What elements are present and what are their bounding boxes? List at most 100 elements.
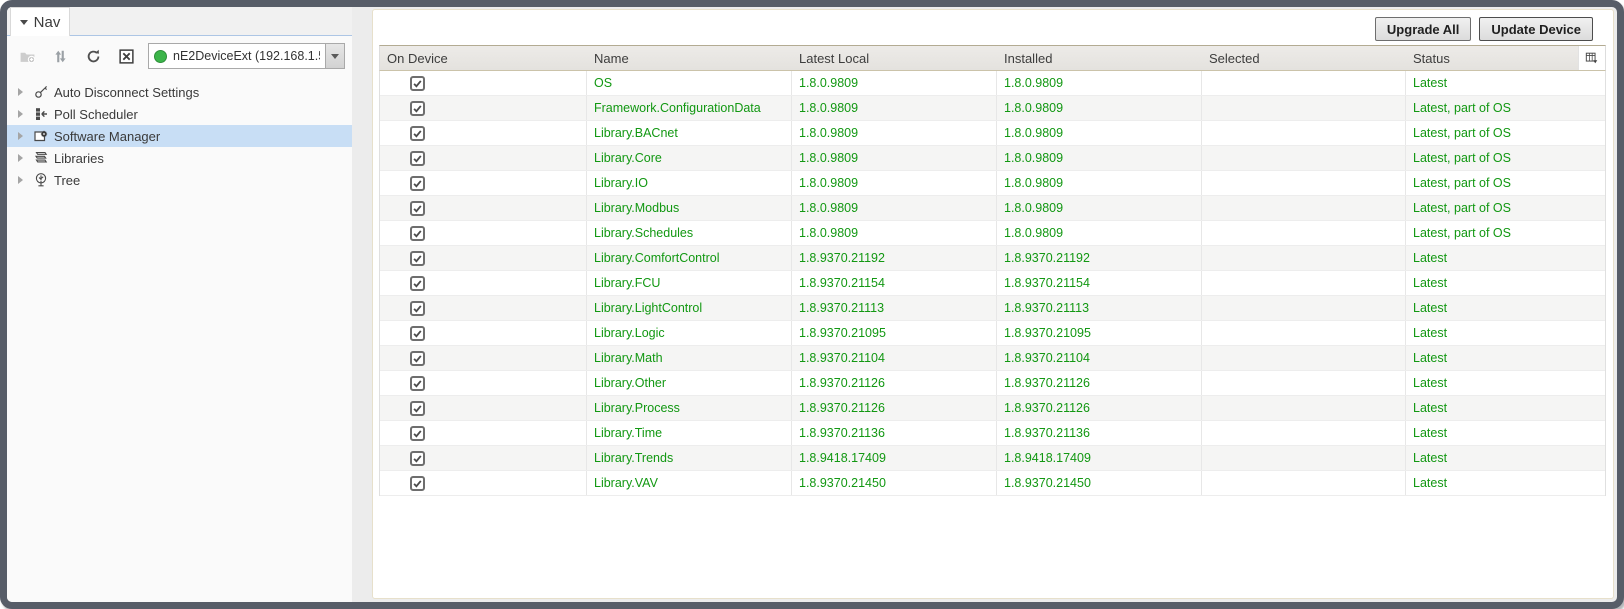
software-table: On Device Name Latest Local Installed Se… — [379, 45, 1606, 496]
tree-item-poll-scheduler[interactable]: Poll Scheduler — [7, 103, 352, 125]
column-header-installed[interactable]: Installed — [997, 51, 1202, 66]
on-device-cell — [380, 196, 587, 220]
column-header-status[interactable]: Status — [1406, 51, 1605, 66]
table-options-icon[interactable] — [1578, 46, 1605, 70]
close-box-icon[interactable] — [113, 45, 139, 67]
tab-nav[interactable]: Nav — [10, 7, 70, 36]
name-cell: Framework.ConfigurationData — [587, 96, 792, 120]
tree-item-tree[interactable]: Tree — [7, 169, 352, 191]
name-cell: Library.Core — [587, 146, 792, 170]
status-cell: Latest — [1413, 76, 1448, 90]
table-row[interactable]: Library.ComfortControl 1.8.9370.21192 1.8.… — [380, 246, 1605, 271]
device-selector[interactable]: nE2DeviceExt (192.168.1.52:88) — [148, 43, 326, 69]
status-cell: Latest — [1413, 426, 1448, 440]
status-cell: Latest, part of OS — [1413, 226, 1511, 240]
on-device-checkbox[interactable] — [410, 275, 425, 291]
on-device-checkbox[interactable] — [410, 425, 425, 441]
expander-icon[interactable] — [18, 110, 23, 118]
on-device-cell — [380, 446, 587, 470]
tree-item-libraries[interactable]: Libraries — [7, 147, 352, 169]
on-device-checkbox[interactable] — [410, 350, 425, 366]
table-row[interactable]: Library.Time 1.8.9370.21136 1.8.9370.21136… — [380, 421, 1605, 446]
on-device-checkbox[interactable] — [410, 150, 425, 166]
on-device-checkbox[interactable] — [410, 200, 425, 216]
on-device-checkbox[interactable] — [410, 175, 425, 191]
on-device-checkbox[interactable] — [410, 375, 425, 391]
name-cell: Library.ComfortControl — [587, 246, 792, 270]
status-cell: Latest — [1413, 276, 1448, 290]
table-row[interactable]: Library.FCU 1.8.9370.21154 1.8.9370.21154 L… — [380, 271, 1605, 296]
on-device-checkbox[interactable] — [410, 100, 425, 116]
on-device-checkbox[interactable] — [410, 225, 425, 241]
expander-icon[interactable] — [18, 176, 23, 184]
status-cell: Latest — [1413, 251, 1448, 265]
on-device-checkbox[interactable] — [410, 250, 425, 266]
table-row[interactable]: Library.Logic 1.8.9370.21095 1.8.9370.2109… — [380, 321, 1605, 346]
installed-cell: 1.8.9370.21126 — [997, 396, 1202, 420]
installed-cell: 1.8.0.9809 — [997, 71, 1202, 95]
installed-cell: 1.8.0.9809 — [997, 221, 1202, 245]
table-row[interactable]: Library.LightControl 1.8.9370.21113 1.8.93… — [380, 296, 1605, 321]
selected-cell — [1202, 296, 1406, 320]
table-row[interactable]: Library.Schedules 1.8.0.9809 1.8.0.9809 Lat… — [380, 221, 1605, 246]
table-row[interactable]: Library.IO 1.8.0.9809 1.8.0.9809 Latest, pa… — [380, 171, 1605, 196]
caret-down-icon — [19, 19, 28, 25]
column-header-name[interactable]: Name — [587, 51, 792, 66]
nav-toolbar: nE2DeviceExt (192.168.1.52:88) — [14, 42, 352, 70]
nav-tree: Auto Disconnect Settings Poll Scheduler So… — [7, 81, 352, 191]
table-row[interactable]: Library.Trends 1.8.9418.17409 1.8.9418.174… — [380, 446, 1605, 471]
table-row[interactable]: Library.Math 1.8.9370.21104 1.8.9370.21104… — [380, 346, 1605, 371]
latest-local-cell: 1.8.9370.21113 — [792, 296, 997, 320]
latest-local-cell: 1.8.9370.21136 — [792, 421, 997, 445]
expander-icon[interactable] — [18, 154, 23, 162]
column-header-latest-local[interactable]: Latest Local — [792, 51, 997, 66]
latest-local-cell: 1.8.9370.21104 — [792, 346, 997, 370]
on-device-checkbox[interactable] — [410, 475, 425, 491]
installed-cell: 1.8.9370.21126 — [997, 371, 1202, 395]
table-row[interactable]: Library.BACnet 1.8.0.9809 1.8.0.9809 Latest… — [380, 121, 1605, 146]
on-device-cell — [380, 471, 587, 495]
on-device-checkbox[interactable] — [410, 400, 425, 416]
update-device-button[interactable]: Update Device — [1479, 17, 1593, 41]
on-device-cell — [380, 71, 587, 95]
on-device-checkbox[interactable] — [410, 450, 425, 466]
installed-cell: 1.8.0.9809 — [997, 171, 1202, 195]
installed-cell: 1.8.0.9809 — [997, 96, 1202, 120]
table-row[interactable]: Library.Other 1.8.9370.21126 1.8.9370.2112… — [380, 371, 1605, 396]
tree-item-label: Software Manager — [54, 128, 161, 144]
table-row[interactable]: Framework.ConfigurationData 1.8.0.9809 1.8… — [380, 96, 1605, 121]
name-cell: Library.Time — [587, 421, 792, 445]
on-device-checkbox[interactable] — [410, 75, 425, 91]
on-device-checkbox[interactable] — [410, 300, 425, 316]
device-selector-dropdown-button[interactable] — [326, 43, 345, 69]
selected-cell — [1202, 271, 1406, 295]
table-header: On Device Name Latest Local Installed Se… — [379, 45, 1606, 71]
table-row[interactable]: Library.Modbus 1.8.0.9809 1.8.0.9809 Latest… — [380, 196, 1605, 221]
tree-item-label: Libraries — [54, 150, 104, 166]
on-device-cell — [380, 421, 587, 445]
on-device-checkbox[interactable] — [410, 125, 425, 141]
on-device-checkbox[interactable] — [410, 325, 425, 341]
column-header-selected[interactable]: Selected — [1202, 51, 1406, 66]
column-header-on-device[interactable]: On Device — [380, 51, 587, 66]
table-row[interactable]: Library.VAV 1.8.9370.21450 1.8.9370.21450 L… — [380, 471, 1605, 496]
tree-item-software-manager[interactable]: Software Manager — [7, 125, 352, 147]
sort-arrows-icon — [47, 45, 73, 67]
on-device-cell — [380, 171, 587, 195]
nav-tab-bar: Nav — [7, 7, 352, 36]
expander-icon[interactable] — [18, 88, 23, 96]
expander-icon[interactable] — [18, 132, 23, 140]
latest-local-cell: 1.8.9418.17409 — [792, 446, 997, 470]
table-row[interactable]: Library.Core 1.8.0.9809 1.8.0.9809 Latest, … — [380, 146, 1605, 171]
table-row[interactable]: OS 1.8.0.9809 1.8.0.9809 Latest — [380, 71, 1605, 96]
refresh-icon[interactable] — [80, 45, 106, 67]
name-cell: Library.Process — [587, 396, 792, 420]
tree-item-auto-disconnect-settings[interactable]: Auto Disconnect Settings — [7, 81, 352, 103]
selected-cell — [1202, 121, 1406, 145]
table-row[interactable]: Library.Process 1.8.9370.21126 1.8.9370.21… — [380, 396, 1605, 421]
on-device-cell — [380, 121, 587, 145]
on-device-cell — [380, 271, 587, 295]
on-device-cell — [380, 371, 587, 395]
installed-cell: 1.8.9370.21095 — [997, 321, 1202, 345]
upgrade-all-button[interactable]: Upgrade All — [1374, 17, 1472, 41]
